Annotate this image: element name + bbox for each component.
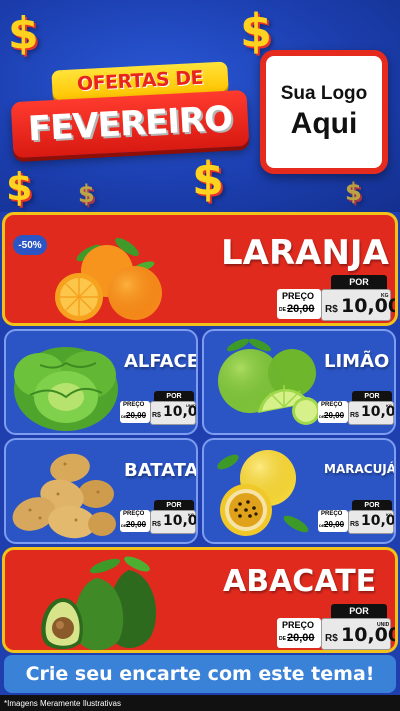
price-tag: POR PREÇO DE 20,00 R$ 10,00 UNID [277,602,398,650]
old-price: 20,00 [324,411,345,420]
campaign-title: OFERTAS DE FEVEREIRO [10,61,250,159]
product-name: LARANJA [221,233,389,273]
dollar-sign-icon: $ [345,178,362,206]
lettuce-image [14,347,118,431]
logo-line2: Aqui [290,107,358,140]
product-card-limao[interactable]: LIMÃO POR PREÇO DE 20,00 R$ 10,00 KG [202,329,396,435]
por-label: POR [154,391,194,401]
price-tag: POR PREÇO DE 20,00 R$ 10,00 UNID [120,391,196,429]
old-price: 20,00 [287,303,315,315]
title-top-text: OFERTAS DE [76,66,204,96]
preco-label: PREÇO [123,511,145,517]
dollar-sign-icon: $ [8,8,39,59]
disclaimer-text: *Imagens Meramente Ilustrativas [0,695,400,711]
potato-image [12,453,116,539]
unit-label: UNID [186,403,196,408]
unit-label: KG [381,293,389,299]
currency-label: R$ [325,304,338,315]
de-label: DE [279,307,286,313]
create-flyer-button[interactable]: Crie seu encarte com este tema! [4,655,396,693]
avocado-image [41,556,157,650]
unit-label: KG [386,403,392,408]
old-price: 20,00 [126,411,147,420]
old-price: 20,00 [126,520,147,529]
dollar-sign-icon: $ [192,152,225,206]
dollar-sign-icon: $ [240,4,273,58]
header-banner: $ $ $ $ $ $ OFERTAS DE FEVEREIRO Sua Log… [0,0,400,212]
currency-label: R$ [152,521,161,528]
product-card-maracuja[interactable]: MARACUJÁ POR PREÇO DE 20,00 R$ 10,00 KG [202,438,396,544]
product-name: BATATA [124,460,198,481]
price-tag: POR PREÇO DE 20,00 R$ 10,00 KG [318,500,394,538]
por-label: POR [331,604,387,618]
preco-label: PREÇO [321,511,343,517]
product-name: ALFACE [124,351,198,372]
preco-label: PREÇO [123,402,145,408]
title-main-banner: FEVEREIRO [10,89,250,159]
preco-label: PREÇO [321,402,343,408]
dollar-sign-icon: $ [6,165,33,209]
old-price: 20,00 [324,520,345,529]
product-name: ABACATE [223,564,377,599]
price-tag: POR PREÇO DE 20,00 R$ 10,00 KG [277,273,398,323]
por-label: POR [352,391,392,401]
price-tag: POR PREÇO DE 20,00 R$ 10,00 KG [318,391,394,429]
por-label: POR [352,500,392,510]
currency-label: R$ [325,633,338,644]
discount-badge: -50% [13,235,47,255]
title-main-text: FEVEREIRO [27,98,233,150]
lime-image [218,338,320,425]
dollar-sign-icon: $ [78,180,95,208]
de-label: DE [279,636,286,642]
product-card-laranja[interactable]: -50% LARANJA POR PREÇO DE 20,00 R$ 10,00… [2,212,398,326]
product-card-abacate[interactable]: ABACATE POR PREÇO DE 20,00 R$ 10,00 UNID [2,547,398,653]
currency-label: R$ [350,521,359,528]
preco-label: PREÇO [282,291,315,301]
orange-image [55,237,162,321]
old-price: 20,00 [287,632,315,644]
currency-label: R$ [152,412,161,419]
por-label: POR [331,275,387,289]
preco-label: PREÇO [282,620,315,630]
por-label: POR [154,500,194,510]
logo-line1: Sua Logo [280,83,368,104]
unit-label: UNID [377,622,390,628]
unit-label: KG [386,512,392,517]
logo-placeholder[interactable]: Sua Logo Aqui [260,50,388,174]
product-card-alface[interactable]: ALFACE POR PREÇO DE 20,00 R$ 10,00 UNID [4,329,198,435]
passion-fruit-image [217,450,309,536]
new-price: 10,00 [341,624,398,646]
product-card-batata[interactable]: BATATA POR PREÇO DE 20,00 R$ 10,00 KG [4,438,198,544]
new-price: 10,00 [341,295,398,317]
unit-label: KG [188,512,194,517]
product-name: LIMÃO [324,351,390,372]
currency-label: R$ [350,412,359,419]
price-tag: POR PREÇO DE 20,00 R$ 10,00 KG [120,500,196,538]
product-name: MARACUJÁ [324,462,396,476]
